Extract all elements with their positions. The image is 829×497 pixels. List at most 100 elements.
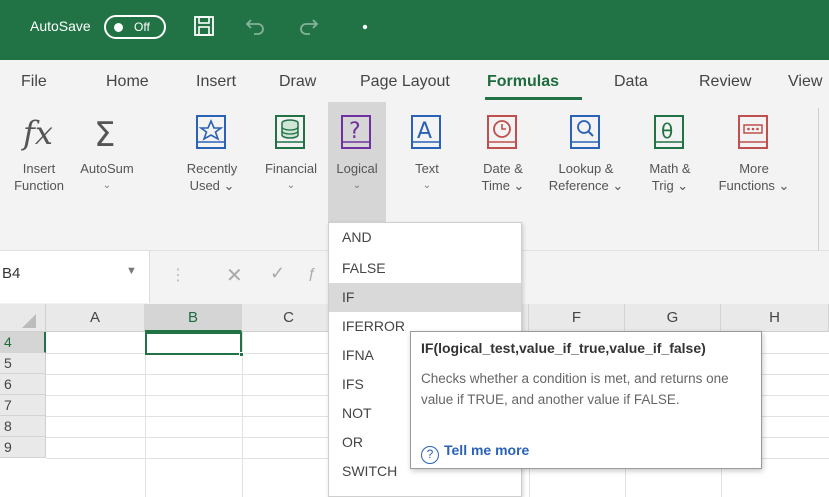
tab-view[interactable]: View [788, 73, 822, 91]
ribbon-label: Recently [186, 161, 238, 176]
ribbon-label: Insert [22, 161, 56, 176]
help-icon: ? [421, 446, 439, 464]
row-header-8[interactable]: 8 [0, 416, 46, 437]
tab-formulas[interactable]: Formulas [487, 73, 559, 91]
insert-function-icon[interactable]: ƒ [308, 265, 316, 282]
question-book-icon: ? [341, 115, 371, 149]
theta-book-icon: θ [654, 115, 684, 149]
chevron-down-icon[interactable]: ▼ [126, 265, 137, 277]
fill-handle[interactable] [239, 352, 244, 357]
autosave-label: AutoSave [30, 18, 91, 34]
menu-item-and[interactable]: AND [329, 223, 521, 252]
row-header-9[interactable]: 9 [0, 437, 46, 458]
ribbon-label: ⌄ [352, 180, 362, 191]
active-cell-b4[interactable] [145, 332, 244, 357]
coins-book-icon [275, 115, 305, 149]
title-bar: AutoSave Off [0, 0, 829, 60]
recently-used-button[interactable]: Recently Used ⌄ [178, 102, 246, 222]
row-header-6[interactable]: 6 [0, 374, 46, 395]
function-tooltip: IF(logical_test,value_if_true,value_if_f… [410, 331, 762, 469]
clock-book-icon [487, 115, 517, 149]
ribbon-label: ⌄ [286, 180, 296, 191]
select-all-triangle-icon [22, 314, 36, 328]
sigma-icon: Σ [94, 115, 115, 152]
column-header-g[interactable]: G [625, 304, 721, 332]
tab-draw[interactable]: Draw [279, 73, 316, 91]
toggle-dot-icon [114, 23, 123, 32]
tab-home[interactable]: Home [106, 73, 149, 91]
function-signature: IF(logical_test,value_if_true,value_if_f… [421, 340, 706, 356]
name-box-value: B4 [2, 265, 21, 282]
column-header-c[interactable]: C [242, 304, 336, 332]
enter-icon[interactable]: ✓ [270, 263, 285, 284]
svg-text:A: A [417, 119, 432, 144]
lookup-reference-button[interactable]: Lookup & Reference ⌄ [540, 102, 632, 222]
menu-item-if[interactable]: IF [329, 283, 521, 312]
ribbon-label: More [739, 161, 769, 176]
menu-item-false[interactable]: FALSE [329, 254, 521, 283]
ribbon-label: Financial [264, 161, 318, 176]
row-header-4[interactable]: 4 [0, 332, 46, 353]
redo-icon[interactable] [297, 14, 321, 38]
tab-file[interactable]: File [21, 73, 47, 91]
formula-bar-grip-icon[interactable]: ⋮ [170, 265, 186, 285]
row-header-7[interactable]: 7 [0, 395, 46, 416]
ribbon-label: Date & [483, 161, 523, 176]
excel-window: AutoSave Off File Home Insert Draw Page … [0, 0, 829, 497]
tab-review[interactable]: Review [699, 73, 751, 91]
autosave-state: Off [134, 20, 150, 34]
autosum-button[interactable]: Σ AutoSum ⌄ [74, 102, 140, 222]
financial-button[interactable]: Financial ⌄ [256, 102, 326, 222]
ribbon-label: Logical [336, 161, 378, 176]
fx-icon: fx [21, 114, 53, 152]
tab-insert[interactable]: Insert [196, 73, 236, 91]
ribbon-label: Text [415, 161, 439, 176]
undo-icon[interactable] [243, 14, 267, 38]
ribbon-separator [818, 108, 819, 250]
ribbon-label: AutoSum [80, 161, 134, 176]
star-book-icon [196, 115, 226, 149]
row-header-5[interactable]: 5 [0, 353, 46, 374]
ribbon-label: ⌄ [102, 180, 112, 191]
svg-text:θ: θ [661, 119, 673, 143]
ribbon-label: ⌄ [422, 180, 432, 191]
math-trig-button[interactable]: θ Math & Trig ⌄ [636, 102, 704, 222]
ribbon-label: Lookup & [558, 161, 614, 176]
column-header-b[interactable]: B [145, 304, 242, 332]
ribbon-label: Functions ⌄ [718, 178, 790, 193]
customize-toolbar-icon[interactable] [358, 14, 372, 38]
cancel-icon[interactable]: ✕ [226, 263, 243, 288]
ribbon-label: Trig ⌄ [651, 178, 689, 193]
save-icon[interactable] [192, 14, 216, 38]
svg-text:Σ: Σ [94, 115, 115, 152]
ribbon-label: Used ⌄ [189, 178, 235, 193]
ribbon-label: Time ⌄ [481, 178, 525, 193]
more-functions-button[interactable]: More Functions ⌄ [708, 102, 800, 222]
insert-function-button[interactable]: fx Insert Function [10, 102, 68, 222]
ribbon-label: Function [14, 178, 64, 193]
column-header-a[interactable]: A [46, 304, 145, 332]
text-button[interactable]: A Text ⌄ [396, 102, 458, 222]
tell-me-more-label: Tell me more [444, 442, 530, 458]
magnifier-book-icon [570, 115, 600, 149]
svg-text:?: ? [349, 119, 361, 144]
select-all-corner[interactable] [0, 304, 46, 332]
dots-book-icon [738, 115, 768, 149]
svg-text:fx: fx [21, 114, 53, 152]
column-header-f[interactable]: F [529, 304, 625, 332]
tab-page-layout[interactable]: Page Layout [360, 73, 450, 91]
autosave-toggle[interactable]: Off [104, 15, 166, 39]
column-header-h[interactable]: H [721, 304, 829, 332]
date-time-button[interactable]: Date & Time ⌄ [470, 102, 536, 222]
tell-me-more-link[interactable]: ? Tell me more [421, 442, 529, 464]
name-box[interactable]: B4 ▼ [0, 251, 150, 303]
logical-button[interactable]: ? Logical ⌄ [328, 102, 386, 222]
ribbon-label: Reference ⌄ [548, 178, 624, 193]
ribbon-tabs: File Home Insert Draw Page Layout Formul… [0, 60, 829, 102]
ribbon-label: Math & [649, 161, 691, 176]
column-gridline [145, 332, 146, 497]
function-description: Checks whether a condition is met, and r… [421, 371, 729, 407]
a-book-icon: A [411, 115, 441, 149]
tab-data[interactable]: Data [614, 73, 648, 91]
active-tab-indicator [485, 97, 582, 100]
